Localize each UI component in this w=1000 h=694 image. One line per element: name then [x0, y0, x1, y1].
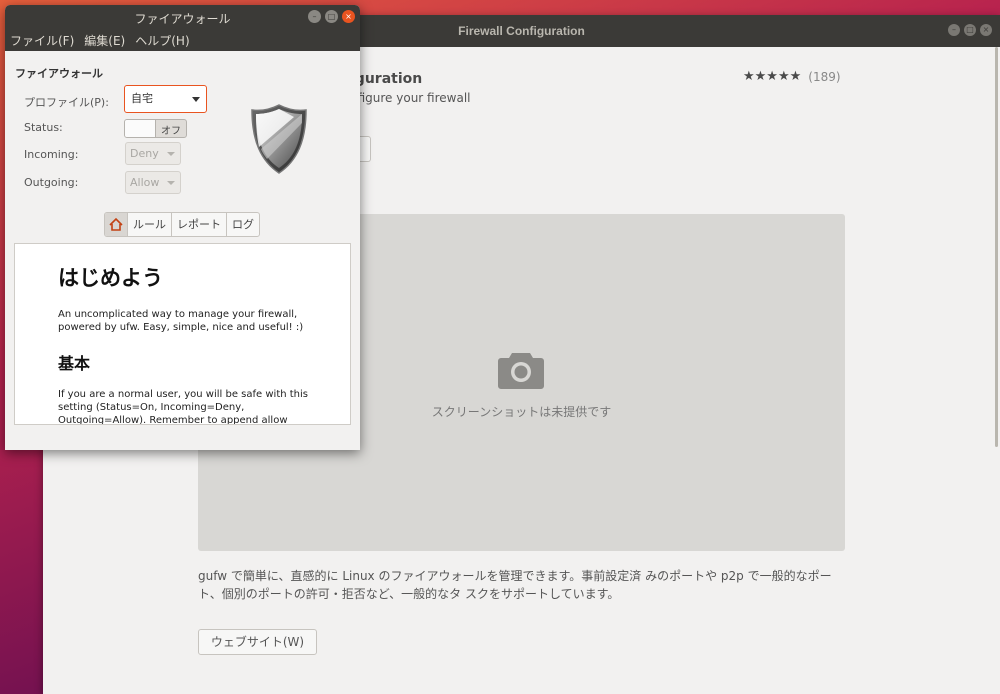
view-tabs: ルール レポート ログ [104, 212, 260, 237]
shield-icon [251, 104, 307, 174]
minimize-icon[interactable]: – [948, 24, 960, 36]
home-icon [109, 217, 123, 231]
menu-edit[interactable]: 編集(E) [84, 32, 125, 49]
maximize-icon[interactable]: □ [325, 10, 338, 23]
close-icon[interactable]: × [342, 10, 355, 23]
firewall-window-title: ファイアウォール [134, 12, 231, 26]
profile-select[interactable]: 自宅 [124, 85, 207, 113]
tab-report[interactable]: レポート [171, 213, 226, 236]
content-heading: はじめよう [58, 266, 163, 290]
close-icon[interactable]: × [980, 24, 992, 36]
incoming-value: Deny [130, 147, 159, 160]
chevron-down-icon [192, 97, 200, 102]
menu-file[interactable]: ファイル(F) [10, 32, 74, 49]
menu-help[interactable]: ヘルプ(H) [135, 32, 189, 49]
incoming-select[interactable]: Deny [125, 142, 181, 165]
outgoing-select[interactable]: Allow [125, 171, 181, 194]
chevron-down-icon [167, 152, 175, 156]
firewall-titlebar: ファイアウォール – □ × [5, 5, 360, 29]
content-intro: An uncomplicated way to manage your fire… [58, 309, 304, 333]
chevron-down-icon [167, 181, 175, 185]
home-content[interactable]: はじめよう An uncomplicated way to manage you… [14, 243, 351, 425]
incoming-label: Incoming: [24, 148, 79, 161]
tab-rules[interactable]: ルール [127, 213, 171, 236]
scrollbar[interactable] [995, 47, 998, 447]
star-icons: ★★★★★ [743, 69, 802, 84]
profile-label: プロファイル(P): [24, 96, 109, 109]
tab-log[interactable]: ログ [226, 213, 259, 236]
app-subtitle: nfigure your firewall [350, 91, 471, 105]
camera-icon [498, 353, 544, 389]
app-title: iguration [350, 71, 423, 87]
status-value: オフ [161, 126, 181, 137]
status-label: Status: [24, 121, 63, 134]
toggle-knob [125, 120, 156, 137]
outgoing-value: Allow [130, 176, 160, 189]
outgoing-label: Outgoing: [24, 176, 79, 189]
app-description: gufw で簡単に、直感的に Linux のファイアウォールを管理できます。事前… [198, 569, 832, 601]
rating: ★★★★★ (189) [743, 69, 841, 84]
rating-count[interactable]: (189) [808, 70, 840, 84]
minimize-icon[interactable]: – [308, 10, 321, 23]
status-toggle[interactable]: オフ [124, 119, 187, 138]
content-subheading: 基本 [58, 354, 91, 373]
tab-home[interactable] [105, 213, 127, 236]
profile-value: 自宅 [131, 92, 153, 105]
content-basic-text: If you are a normal user, you will be sa… [58, 389, 308, 425]
website-button[interactable]: ウェブサイト(W) [198, 629, 317, 655]
firewall-section-title: ファイアウォール [15, 67, 103, 80]
maximize-icon[interactable]: □ [964, 24, 976, 36]
menubar: ファイル(F) 編集(E) ヘルプ(H) [5, 29, 360, 51]
firewall-window: ファイアウォール – □ × ファイル(F) 編集(E) ヘルプ(H) ファイア… [5, 5, 360, 450]
